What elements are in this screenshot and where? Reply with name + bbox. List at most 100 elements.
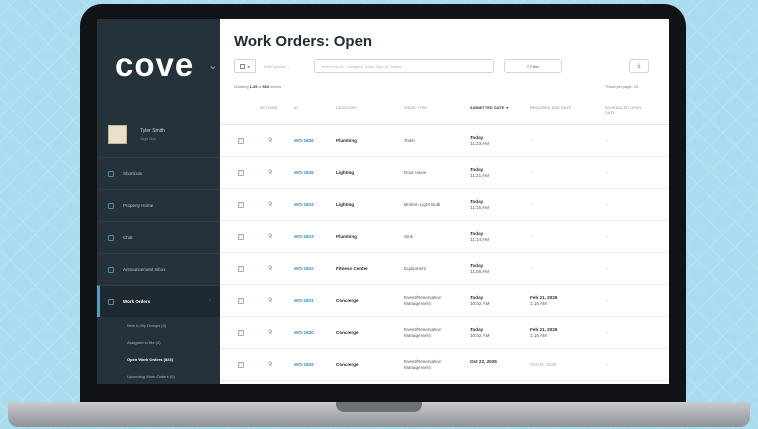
submitted-time: 11:23 AM <box>470 141 490 146</box>
submenu-item-label: Assigned to Me (2) <box>127 340 161 345</box>
submenu-item[interactable]: Upcoming Work Orders (0) <box>97 368 220 384</box>
results-count: Showing 1-25 of 923 results <box>234 85 281 89</box>
showing-suffix: results <box>268 85 282 89</box>
scheduled-open-date-cell: -- <box>605 234 609 239</box>
table-row[interactable]: ⚲ WO-1831 Concierge Event/Reservation Manag… <box>220 285 669 317</box>
work-order-id-link[interactable]: WO-1835 <box>294 170 314 176</box>
work-order-id-link[interactable]: WO-1831 <box>294 298 314 304</box>
col-required-due-date[interactable]: REQUIRED DUE DATE <box>530 106 571 111</box>
category-cell: Concierge <box>336 362 359 367</box>
table-row[interactable]: ⚲ WO-1829 Concierge Event/Reservation Manag… <box>220 349 669 381</box>
category-cell: Fitness Center <box>336 266 368 271</box>
submenu-item[interactable]: Open Work Orders (923) <box>97 351 220 368</box>
work-order-id-link[interactable]: WO-1830 <box>294 330 314 336</box>
submenu-item-label: New In My Groups (0) <box>127 323 167 328</box>
scheduled-open-date-cell: -- <box>605 266 609 271</box>
category-cell: Concierge <box>336 298 359 303</box>
submitted-date-cell: Today 10:52 AM <box>470 327 489 339</box>
view-icon[interactable]: ⚲ <box>268 201 272 208</box>
sidebar-item-property-home[interactable]: Property Home <box>97 189 220 221</box>
bulk-actions-dropdown[interactable]: Bulk Actions ⌄ <box>264 64 310 69</box>
view-icon[interactable]: ⚲ <box>268 169 272 176</box>
sidebar-item-shortcuts[interactable]: Shortcuts <box>97 157 220 189</box>
col-category[interactable]: CATEGORY <box>336 106 357 111</box>
submitted-date: Today <box>470 135 484 140</box>
row-checkbox[interactable] <box>238 234 244 240</box>
col-submitted-date[interactable]: SUBMITTED DATE ▼ <box>470 106 509 111</box>
row-checkbox[interactable] <box>238 362 244 368</box>
sidebar-item-label: Chat <box>123 235 133 240</box>
view-icon[interactable]: ⚲ <box>268 361 272 368</box>
row-checkbox[interactable] <box>238 298 244 304</box>
col-actions: ACTIONS <box>260 106 278 110</box>
required-time: 1:15 AM <box>530 301 547 306</box>
scheduled-open-date-cell: -- <box>605 202 609 207</box>
row-checkbox[interactable] <box>238 266 244 272</box>
filter-button[interactable]: ≡ Filter <box>504 59 562 73</box>
view-icon[interactable]: ⚲ <box>268 233 272 240</box>
col-id[interactable]: ID <box>294 106 298 111</box>
user-profile[interactable]: Tyler Smith Sign Out <box>97 121 220 147</box>
submenu-item-label: Open Work Orders (923) <box>127 357 173 362</box>
row-checkbox[interactable] <box>238 330 244 336</box>
col-scheduled-open-date[interactable]: SCHEDULED OPEN DATE <box>605 106 651 116</box>
work-order-id-link[interactable]: WO-1834 <box>294 202 314 208</box>
laptop-screen: cove ⌄ Tyler Smith Sign Out Shortcuts Pro… <box>97 19 669 384</box>
required-due-date-cell: -- <box>530 266 533 272</box>
issue-type-cell: Equipment <box>404 266 426 271</box>
required-date: -- <box>530 234 534 239</box>
checkbox-icon <box>240 63 246 69</box>
submenu-item[interactable]: Assigned to Me (2) <box>97 334 220 351</box>
category-cell: Lighting <box>336 202 355 207</box>
select-all-dropdown[interactable]: ▾ <box>234 59 256 73</box>
submitted-time: 11:21 AM <box>470 173 490 178</box>
table-row[interactable]: ⚲ WO-1836 Plumbing Toilet Today 11:23 AM -- -- <box>220 125 669 157</box>
work-order-id-link[interactable]: WO-1836 <box>294 138 314 144</box>
table-row[interactable]: ⚲ WO-1830 Concierge Event/Reservation Manag… <box>220 317 669 349</box>
row-checkbox[interactable] <box>238 202 244 208</box>
sidebar-item-label: Shortcuts <box>123 171 143 176</box>
work-order-id-link[interactable]: WO-1833 <box>294 234 314 240</box>
work-order-id-link[interactable]: WO-1832 <box>294 266 314 272</box>
submitted-date-cell: Today 11:23 AM <box>470 135 489 147</box>
view-icon[interactable]: ⚲ <box>268 137 272 144</box>
sidebar-item-chat[interactable]: Chat <box>97 221 220 253</box>
sign-out-link[interactable]: Sign Out <box>140 136 165 141</box>
issue-type-cell: Event/Reservation Management <box>404 327 442 338</box>
required-due-date-cell: Feb 21, 2025 1:15 AM <box>530 295 557 307</box>
submitted-time: 10:52 AM <box>470 333 490 338</box>
view-icon[interactable]: ⚲ <box>268 329 272 336</box>
table-row[interactable]: ⚲ WO-1832 Fitness Center Equipment Today 11:0… <box>220 253 669 285</box>
sidebar-item-label: Announcement Inbox <box>123 267 166 272</box>
submenu-item[interactable]: New In My Groups (0) <box>97 317 220 334</box>
submitted-date-cell: Today 11:14 AM <box>470 231 489 243</box>
chevron-down-icon[interactable]: ⌄ <box>208 59 217 72</box>
chevron-up-icon: ⌃ <box>207 298 212 305</box>
submitted-date: Today <box>470 167 484 172</box>
bulk-actions-label: Bulk Actions <box>264 63 286 69</box>
showing-prefix: Showing <box>234 85 250 89</box>
work-order-id-link[interactable]: WO-1829 <box>294 362 314 368</box>
submitted-date-cell: Oct 22, 2025 <box>470 359 497 365</box>
logo-bar[interactable]: cove ⌄ <box>97 19 220 111</box>
sidebar-item-announcement-inbox[interactable]: Announcement Inbox <box>97 253 220 285</box>
submitted-date-cell: Today 11:21 AM <box>470 167 489 179</box>
row-checkbox[interactable] <box>238 138 244 144</box>
issue-type-cell: Sink <box>404 234 413 239</box>
download-button[interactable]: ⤓ <box>629 59 649 73</box>
row-checkbox[interactable] <box>238 170 244 176</box>
required-due-date-cell: -- <box>530 138 533 144</box>
table-row[interactable]: ⚲ WO-1833 Plumbing Sink Today 11:14 AM -- -- <box>220 221 669 253</box>
search-input[interactable]: Search by ID, Category, Issue Type or Te… <box>314 59 494 73</box>
submitted-date-cell: Today 11:06 AM <box>470 263 489 275</box>
view-icon[interactable]: ⚲ <box>268 297 272 304</box>
table-row[interactable]: ⚲ WO-1834 Lighting Broken Light Bulb Today 11… <box>220 189 669 221</box>
required-time: 1:15 AM <box>530 333 547 338</box>
main-content: Work Orders: Open ▾ Bulk Actions ⌄ Searc… <box>220 19 669 384</box>
laptop-notch <box>336 402 422 412</box>
rows-per-page[interactable]: Rows per page: 25 <box>606 85 638 89</box>
view-icon[interactable]: ⚲ <box>268 265 272 272</box>
table-row[interactable]: ⚲ WO-1835 Lighting Door Issue Today 11:21 AM -… <box>220 157 669 189</box>
col-issue-type[interactable]: ISSUE TYPE <box>404 106 427 111</box>
sidebar-item-work-orders[interactable]: Work Orders ⌃ <box>97 285 220 317</box>
